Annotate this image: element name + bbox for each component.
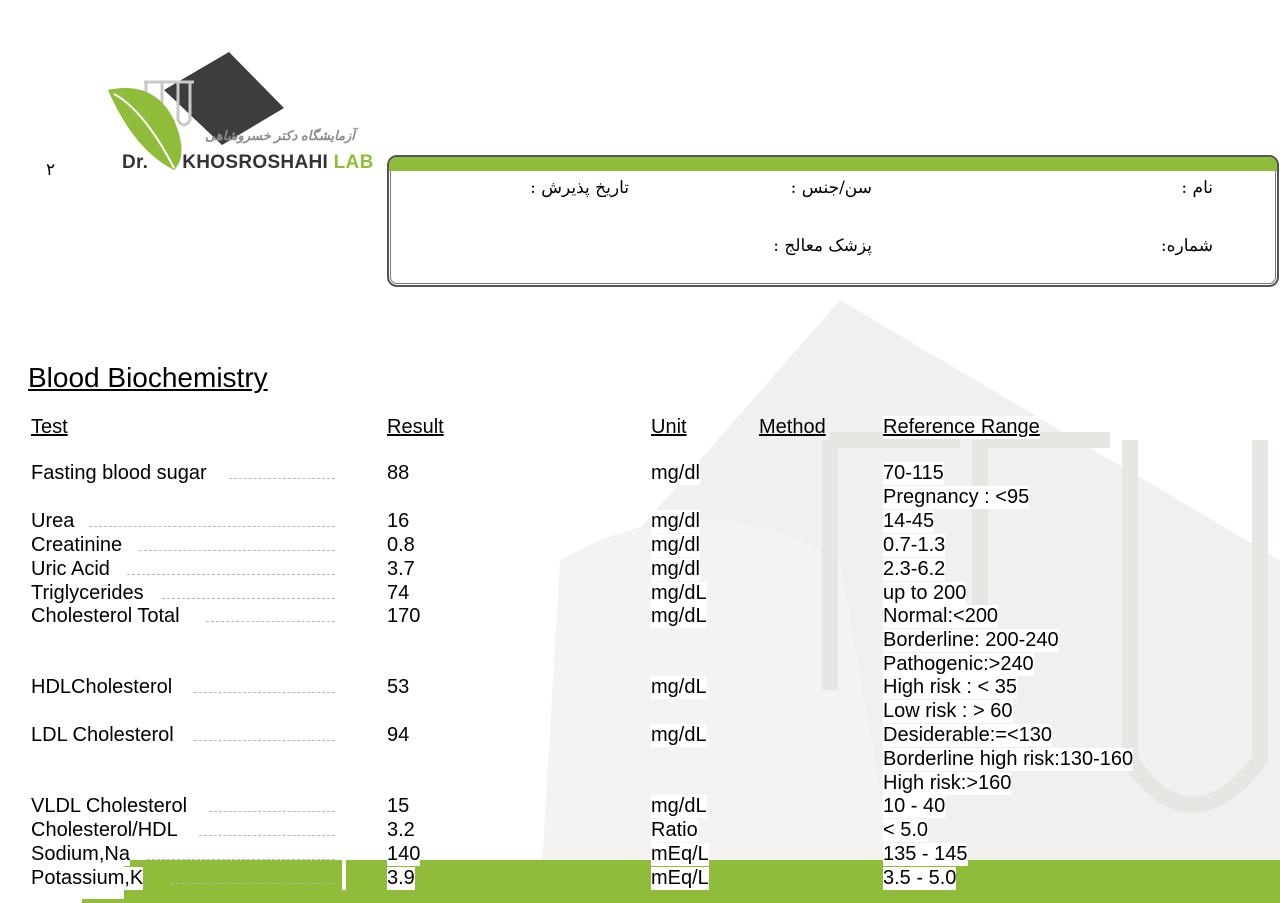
reference-range-line: Borderline: 200-240 — [883, 628, 1059, 652]
header-unit: Unit — [651, 416, 687, 438]
age-sex-label: سن/جنس : — [790, 178, 872, 198]
admission-date-label: تاریخ پذیرش : — [530, 178, 629, 198]
test-name: Triglycerides — [31, 582, 144, 605]
dotted-leader — [139, 550, 335, 551]
dotted-leader — [229, 478, 335, 479]
reference-range-line: 10 - 40 — [883, 795, 946, 818]
test-name: Cholesterol/HDL — [31, 819, 178, 842]
reference-range-line: High risk : < 35 — [883, 676, 1017, 699]
reference-range-line: 3.5 - 5.0 — [883, 867, 957, 890]
reference-range-line: Desiderable:=<130 — [883, 724, 1053, 747]
footer-band-accent — [82, 899, 126, 903]
unit-value: mg/dL — [651, 676, 707, 699]
logo-prefix: Dr. — [122, 152, 149, 173]
test-name: Potassium,K — [31, 867, 144, 890]
patient-info-box: نام : سن/جنس : تاریخ پذیرش : شماره: پزشک… — [387, 155, 1279, 287]
unit-value: mg/dl — [651, 534, 700, 557]
unit-value: mg/dl — [651, 462, 700, 485]
result-value: 15 — [387, 795, 410, 818]
result-value: 53 — [387, 676, 410, 699]
unit-value: mg/dL — [651, 795, 707, 818]
header-reference-range: Reference Range — [883, 416, 1040, 439]
test-name: Sodium,Na — [31, 843, 130, 866]
unit-value: mEq/L — [651, 843, 709, 866]
result-value: 170 — [387, 605, 421, 628]
test-name: Creatinine — [31, 534, 123, 557]
reference-range-line: Borderline high risk:130-160 — [883, 747, 1134, 771]
footer-divider — [342, 860, 346, 890]
dotted-leader — [199, 835, 335, 836]
dotted-leader — [89, 526, 335, 527]
test-name: HDLCholesterol — [31, 676, 173, 699]
patient-number-label: شماره: — [1160, 236, 1213, 256]
result-value: 0.8 — [387, 534, 415, 557]
dotted-leader — [127, 574, 335, 575]
unit-value: mg/dl — [651, 510, 700, 533]
reference-range-line: High risk:>160 — [883, 771, 1012, 795]
result-value: 16 — [387, 510, 410, 533]
reference-range-line: 135 - 145 — [883, 843, 968, 866]
logo-name: KHOSROSHAHI — [182, 152, 329, 173]
reference-range-line: 2.3-6.2 — [883, 558, 946, 581]
reference-range-line: 0.7-1.3 — [883, 534, 946, 557]
test-name: Cholesterol Total — [31, 605, 180, 628]
header-method: Method — [759, 416, 826, 438]
patient-name-label: نام : — [1181, 178, 1213, 198]
reference-range-line: 14-45 — [883, 510, 935, 533]
logo-wordmark: Dr. KHOSROSHAHI LAB — [122, 152, 374, 174]
unit-value: mg/dL — [651, 605, 707, 628]
unit-value: Ratio — [651, 819, 698, 842]
unit-value: mEq/L — [651, 867, 709, 890]
result-value: 74 — [387, 582, 410, 605]
dotted-leader — [194, 692, 335, 693]
reference-range-line: Normal:<200 — [883, 605, 999, 628]
test-name: Urea — [31, 510, 75, 533]
section-title: Blood Biochemistry — [28, 362, 268, 393]
page-number: ۲ — [46, 160, 56, 179]
dotted-leader — [194, 740, 335, 741]
result-value: 3.9 — [387, 867, 415, 890]
unit-value: mg/dL — [651, 724, 707, 747]
reference-range-line: 70-115 — [883, 462, 944, 485]
reference-range-line: < 5.0 — [883, 819, 929, 842]
patient-box-header-bar — [389, 157, 1277, 171]
unit-value: mg/dl — [651, 558, 700, 581]
reference-range-line: Pregnancy : <95 — [883, 485, 1030, 509]
result-value: 3.2 — [387, 819, 415, 842]
dotted-leader — [147, 859, 335, 860]
dotted-leader — [171, 883, 335, 884]
physician-label: پزشک معالج : — [773, 236, 872, 256]
test-name: VLDL Cholesterol — [31, 795, 188, 818]
reference-range-line: Low risk : > 60 — [883, 699, 1013, 723]
header-result: Result — [387, 416, 444, 438]
result-value: 88 — [387, 462, 410, 485]
dotted-leader — [162, 598, 335, 599]
logo-persian-name: آزمایشگاه دکتر خسروشاهی — [205, 128, 355, 143]
reference-range-line: up to 200 — [883, 582, 967, 605]
test-name: Uric Acid — [31, 558, 110, 581]
logo-suffix: LAB — [333, 152, 374, 173]
dotted-leader — [206, 621, 335, 622]
result-value: 3.7 — [387, 558, 415, 581]
reference-range-line: Pathogenic:>240 — [883, 652, 1034, 676]
result-value: 140 — [387, 843, 421, 866]
dotted-leader — [209, 811, 335, 812]
test-name: Fasting blood sugar — [31, 462, 207, 485]
test-name: LDL Cholesterol — [31, 724, 174, 747]
unit-value: mg/dL — [651, 582, 707, 605]
header-test: Test — [31, 416, 68, 438]
result-value: 94 — [387, 724, 410, 747]
